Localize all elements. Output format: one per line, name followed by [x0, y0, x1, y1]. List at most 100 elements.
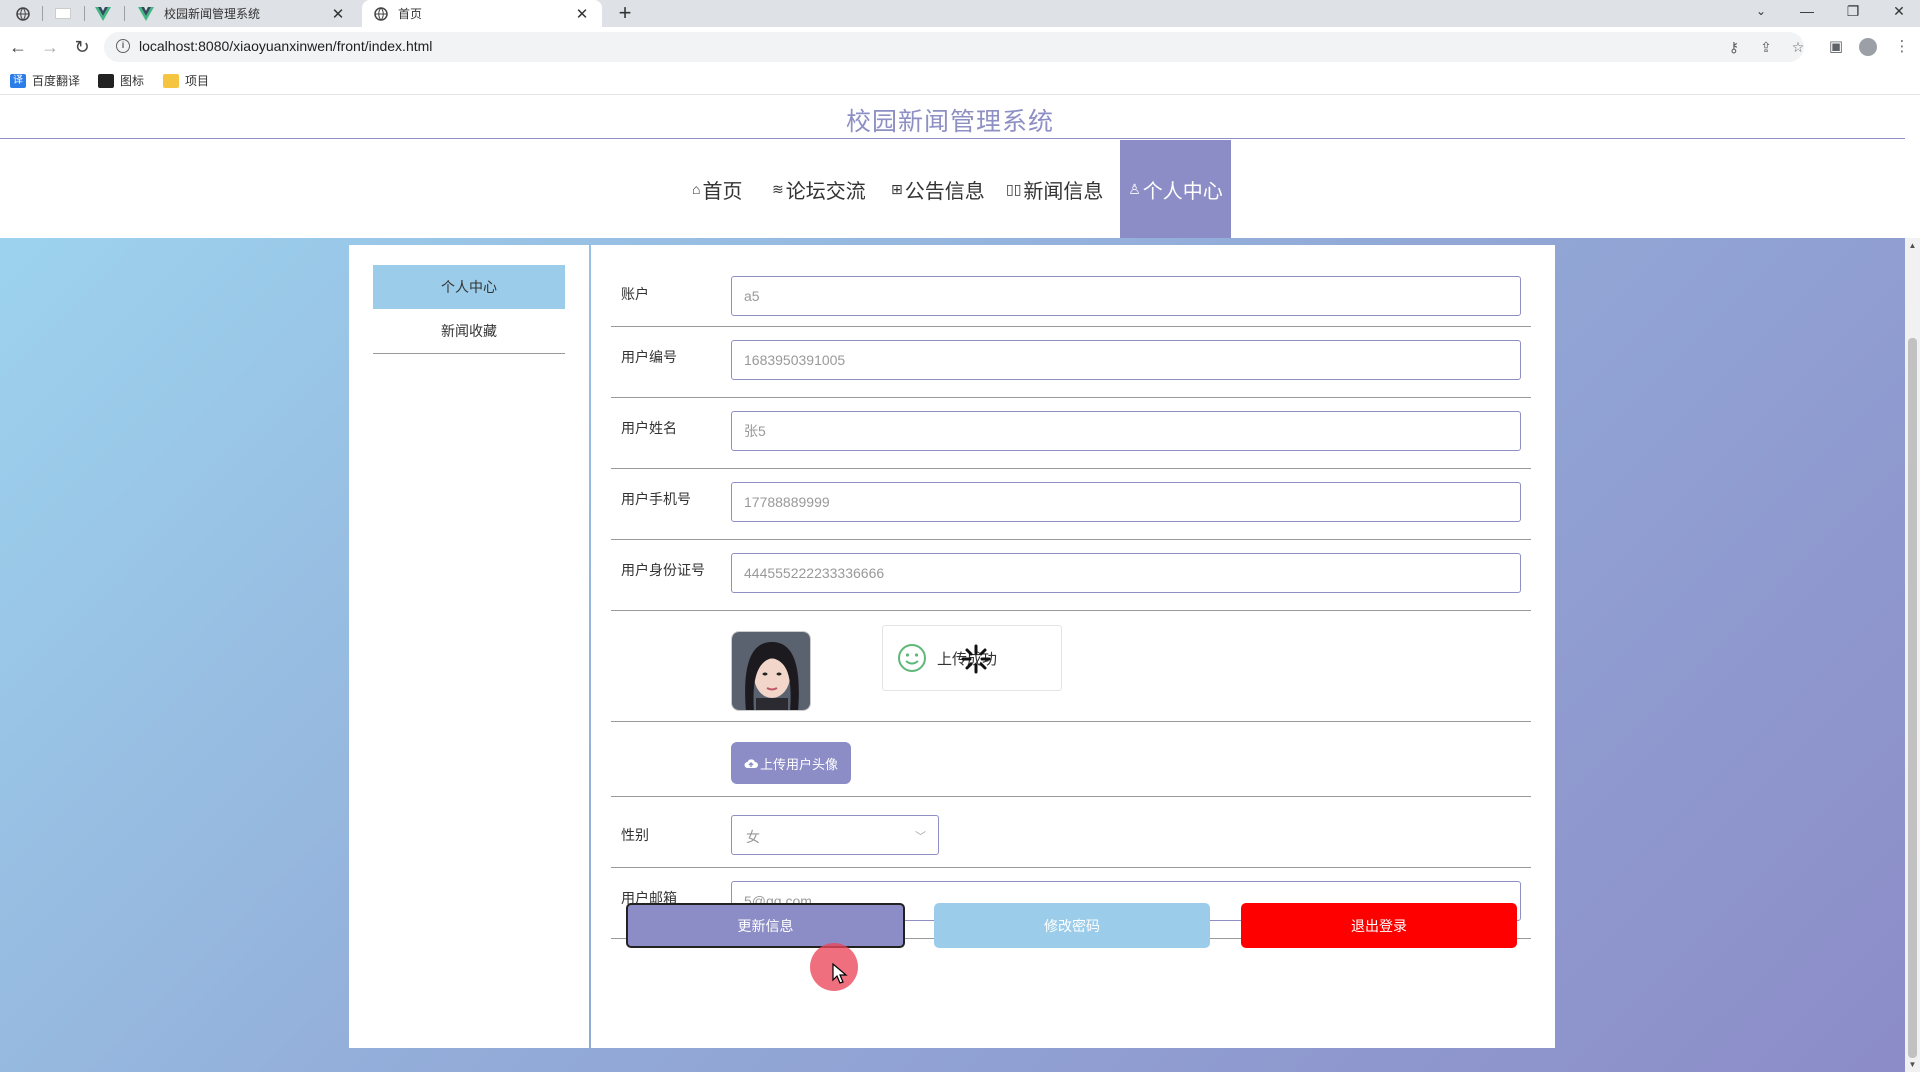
field-label: 用户姓名 [621, 420, 677, 436]
nav-label: 个人中心 [1142, 180, 1223, 203]
form-row-user-id: 用户编号 [611, 327, 1531, 398]
nav-label: 新闻信息 [1023, 180, 1104, 203]
blank-page-icon [55, 8, 71, 19]
grid-icon: ⊞ [891, 180, 903, 197]
id-card-input[interactable] [731, 553, 1521, 593]
scroll-up-icon[interactable]: ▲ [1905, 238, 1920, 253]
bookmark-project[interactable]: 项目 [163, 72, 209, 89]
upload-success-toast: 上传成功 [882, 625, 1062, 691]
url-text[interactable]: localhost:8080/xiaoyuanxinwen/front/inde… [139, 38, 432, 54]
close-icon[interactable]: ✕ [574, 5, 590, 23]
bookmark-label: 项目 [185, 74, 210, 88]
address-bar: ← → ↻ i localhost:8080/xiaoyuanxinwen/fr… [0, 27, 1920, 67]
minimize-button[interactable]: — [1784, 0, 1830, 27]
nav-label: 论坛交流 [785, 180, 866, 203]
form-row-account: 账户 [611, 245, 1531, 327]
pinned-tab-blank[interactable] [46, 0, 80, 27]
translate-icon: 译 [10, 73, 26, 88]
bookmark-label: 图标 [120, 74, 145, 88]
upload-avatar-button[interactable]: 上传用户头像 [731, 742, 851, 784]
change-password-button[interactable]: 修改密码 [934, 903, 1210, 948]
logout-button[interactable]: 退出登录 [1241, 903, 1517, 948]
reload-icon[interactable]: ↻ [70, 35, 94, 59]
profile-icon[interactable] [1856, 35, 1880, 59]
url-box[interactable]: i localhost:8080/xiaoyuanxinwen/front/in… [104, 32, 1804, 62]
form-row-upload: 上传用户头像 [611, 722, 1531, 797]
site-title: 校园新闻管理系统 [845, 108, 1054, 136]
bookmarks-bar: 译 百度翻译 图标 项目 [0, 67, 1920, 95]
nav-announcements[interactable]: ⊞ 公告信息 [891, 140, 985, 238]
close-icon[interactable]: ✕ [330, 5, 346, 23]
form-row-avatar: 上传成功 [611, 611, 1531, 722]
mouse-cursor-icon [832, 963, 848, 984]
avatar [731, 631, 811, 711]
smile-icon [898, 644, 926, 672]
tab-home[interactable]: 首页 ✕ [362, 0, 602, 27]
star-icon[interactable]: ☆ [1788, 39, 1808, 56]
nav-label: 公告信息 [904, 180, 985, 203]
main-nav: ⌂ 首页 ≋ 论坛交流 ⊞ 公告信息 ▯▯ 新闻信息 ♙ 个人中心 [0, 140, 1905, 238]
account-input[interactable] [731, 276, 1521, 316]
scroll-down-icon[interactable]: ▼ [1905, 1057, 1920, 1072]
globe-icon [16, 6, 30, 21]
form-row-user-name: 用户姓名 [611, 398, 1531, 469]
scrollbar-thumb[interactable] [1908, 338, 1917, 1058]
window-close-button[interactable]: ✕ [1876, 0, 1920, 27]
user-icon: ♙ [1128, 180, 1141, 197]
sidebar-item-personal-center[interactable]: 个人中心 [373, 265, 565, 309]
browser-tab-bar: 校园新闻管理系统 ✕ 首页 ✕ + ⌄ — ❐ ✕ [0, 0, 1920, 27]
tab-search-icon[interactable]: ⌄ [1738, 0, 1784, 27]
key-icon[interactable]: ⚷ [1724, 39, 1744, 56]
tab-title: 校园新闻管理系统 [164, 7, 261, 21]
nav-forum[interactable]: ≋ 论坛交流 [772, 140, 866, 238]
field-label: 用户身份证号 [621, 562, 705, 578]
field-label: 用户编号 [621, 349, 677, 365]
tab-news-system[interactable]: 校园新闻管理系统 ✕ [126, 0, 358, 27]
pinned-tab-vue[interactable] [86, 0, 120, 27]
phone-input[interactable] [731, 482, 1521, 522]
bookmark-baidu-translate[interactable]: 译 百度翻译 [10, 72, 80, 89]
chevron-down-icon: ﹀ [915, 831, 926, 843]
gender-select[interactable]: 女 ﹀ [731, 815, 939, 855]
bookmark-label: 百度翻译 [32, 74, 81, 88]
columns-icon: ▯▯ [1006, 180, 1022, 197]
home-icon: ⌂ [692, 181, 701, 197]
nav-home[interactable]: ⌂ 首页 [692, 140, 742, 238]
vue-logo-icon [138, 6, 154, 21]
restore-button[interactable]: ❐ [1830, 0, 1876, 27]
cloud-upload-icon [744, 758, 758, 768]
field-label: 账户 [621, 286, 649, 302]
tab-title: 首页 [398, 7, 423, 21]
form-row-gender: 性别 女 ﹀ [611, 797, 1531, 868]
upload-button-label: 上传用户头像 [759, 756, 838, 772]
new-tab-button[interactable]: + [613, 2, 637, 26]
back-arrow-icon[interactable]: ← [6, 35, 30, 59]
form-row-phone: 用户手机号 [611, 469, 1531, 540]
page-content: 校园新闻管理系统 ⌂ 首页 ≋ 论坛交流 ⊞ 公告信息 ▯▯ 新闻信息 ♙ 个人… [0, 95, 1920, 1072]
page-scrollbar[interactable]: ▲ ▼ [1905, 238, 1920, 1072]
user-name-input[interactable] [731, 411, 1521, 451]
forward-arrow-icon[interactable]: → [38, 35, 62, 59]
sidebar-divider [373, 353, 565, 354]
layers-icon: ≋ [772, 180, 784, 197]
sidebar-item-news-favorites[interactable]: 新闻收藏 [373, 309, 565, 353]
site-header: 校园新闻管理系统 [0, 95, 1905, 139]
share-icon[interactable]: ⇪ [1756, 39, 1776, 56]
bookmark-icons[interactable]: 图标 [98, 72, 144, 89]
nav-label: 首页 [702, 180, 743, 203]
pinned-tab[interactable] [6, 0, 40, 27]
user-id-input[interactable] [731, 340, 1521, 380]
nav-personal-center[interactable]: ♙ 个人中心 [1120, 140, 1231, 238]
field-label: 用户手机号 [621, 491, 691, 507]
info-icon[interactable]: i [116, 39, 130, 53]
vue-logo-icon [95, 6, 111, 21]
update-info-button[interactable]: 更新信息 [626, 903, 905, 948]
select-value: 女 [746, 829, 760, 845]
side-panel-icon[interactable]: ▣ [1824, 35, 1848, 59]
sidebar-panel: 个人中心 新闻收藏 [349, 245, 589, 1048]
menu-icon[interactable]: ⋮ [1890, 35, 1914, 59]
nav-news[interactable]: ▯▯ 新闻信息 [1006, 140, 1103, 238]
field-label: 性别 [621, 827, 649, 843]
image-icon [98, 73, 114, 88]
folder-icon [163, 73, 179, 88]
